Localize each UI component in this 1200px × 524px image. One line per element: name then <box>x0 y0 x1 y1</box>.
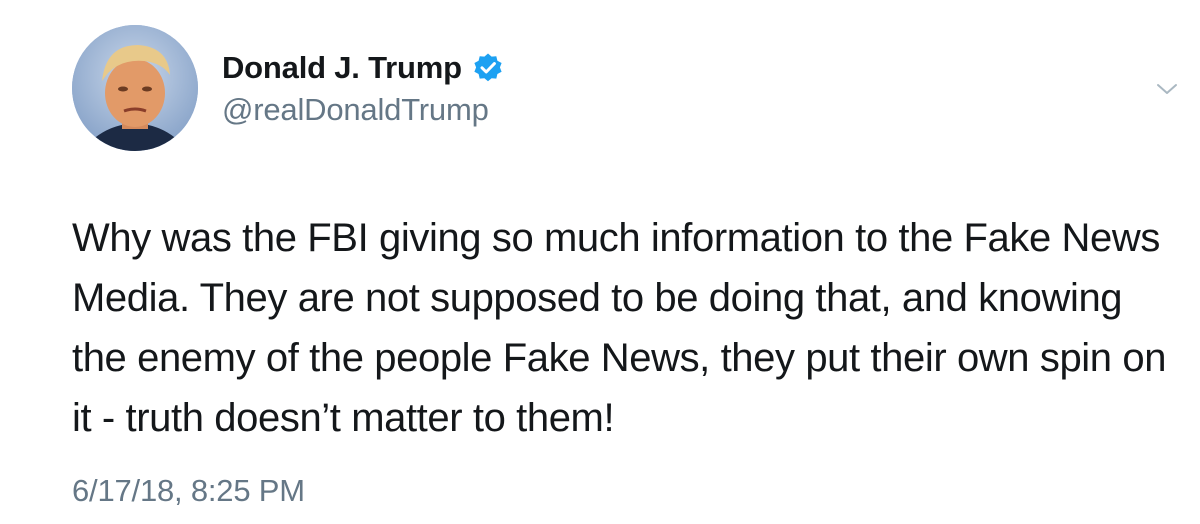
avatar[interactable] <box>72 25 198 151</box>
author-block: Donald J. Trump @realDonaldTrump <box>222 48 504 128</box>
profile-photo-avatar-icon <box>72 25 198 151</box>
tweet-text: Why was the FBI giving so much informati… <box>72 216 1167 440</box>
tweet-card: Donald J. Trump @realDonaldTrump Why was… <box>0 0 1200 524</box>
tweet-timestamp[interactable]: 6/17/18, 8:25 PM <box>72 473 305 509</box>
chevron-down-icon[interactable] <box>1156 82 1178 96</box>
user-handle[interactable]: @realDonaldTrump <box>222 92 504 128</box>
name-row: Donald J. Trump <box>222 48 504 88</box>
verified-badge-icon <box>472 52 504 84</box>
display-name[interactable]: Donald J. Trump <box>222 50 462 86</box>
